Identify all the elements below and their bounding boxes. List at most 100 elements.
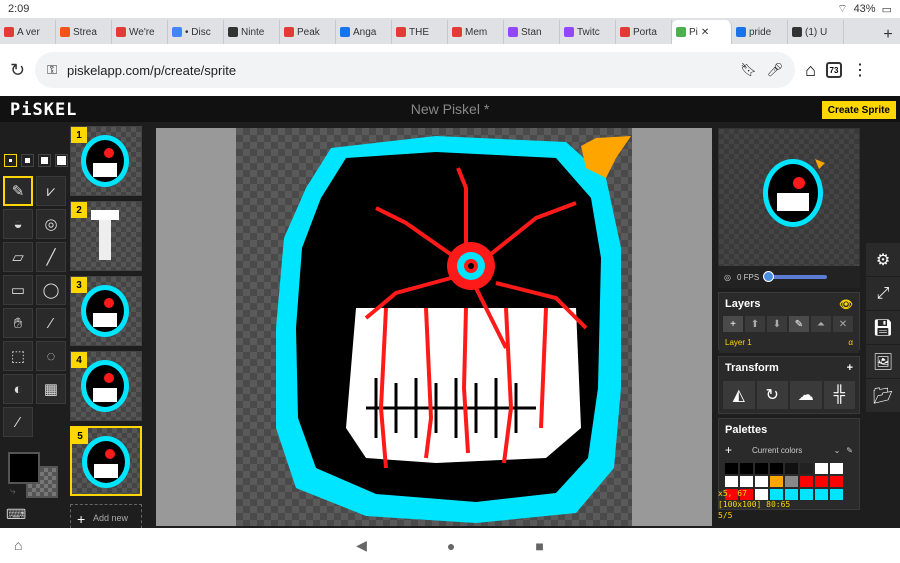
- animation-preview[interactable]: [718, 128, 860, 280]
- color-picker-tool[interactable]: ⁄: [3, 407, 33, 437]
- browser-tab[interactable]: Porta: [616, 20, 672, 44]
- keyboard-icon[interactable]: ⌨: [6, 506, 26, 523]
- lighten-tool[interactable]: ◐: [3, 374, 33, 404]
- palette-swatch[interactable]: [785, 476, 798, 487]
- palette-select[interactable]: Current colors: [738, 446, 828, 455]
- pen-size-2[interactable]: [21, 154, 34, 167]
- home-icon[interactable]: ⌂: [805, 60, 816, 81]
- back-icon[interactable]: ◀: [356, 537, 367, 554]
- palette-swatch[interactable]: [800, 489, 813, 500]
- palette-swatch[interactable]: [740, 463, 753, 474]
- chevron-down-icon[interactable]: ⌄: [834, 446, 841, 455]
- browser-tab[interactable]: Anga: [336, 20, 392, 44]
- browser-tab[interactable]: Strea: [56, 20, 112, 44]
- settings-button[interactable]: ⚙: [866, 243, 900, 277]
- palette-swatch[interactable]: [815, 463, 828, 474]
- browser-tab[interactable]: (1) U: [788, 20, 844, 44]
- vertical-mirror-tool[interactable]: ⩗: [36, 176, 66, 206]
- eraser-tool[interactable]: ▱: [3, 242, 33, 272]
- recents-icon[interactable]: ■: [535, 538, 543, 554]
- primary-color[interactable]: [8, 452, 40, 484]
- palette-swatch[interactable]: [815, 476, 828, 487]
- browser-tab[interactable]: THE: [392, 20, 448, 44]
- frame-thumbnail[interactable]: 1: [70, 126, 142, 196]
- site-info-icon[interactable]: ⚿: [47, 62, 57, 78]
- edit-layer-button[interactable]: ✎: [789, 316, 809, 332]
- palette-swatch[interactable]: [800, 476, 813, 487]
- drawing-canvas[interactable]: [236, 128, 632, 526]
- browser-tab[interactable]: Mem: [448, 20, 504, 44]
- resize-button[interactable]: ⤢: [866, 277, 900, 311]
- palette-swatch[interactable]: [830, 489, 843, 500]
- omnibox[interactable]: ⚿ piskelapp.com/p/create/sprite 🔖︎ 🎤︎: [35, 52, 796, 88]
- frame-thumbnail[interactable]: 5: [70, 426, 142, 496]
- palette-swatch[interactable]: [770, 463, 783, 474]
- palette-swatch[interactable]: [830, 476, 843, 487]
- shape-select-tool[interactable]: ⁄: [36, 308, 66, 338]
- frame-thumbnail[interactable]: 2: [70, 201, 142, 271]
- delete-layer-button[interactable]: ✕: [833, 316, 853, 332]
- create-sprite-button[interactable]: Create Sprite: [821, 101, 896, 119]
- browser-tab[interactable]: Pi ✕: [672, 20, 732, 44]
- palette-swatch[interactable]: [725, 463, 738, 474]
- paint-bucket-tool[interactable]: ◒: [3, 209, 33, 239]
- flip-button[interactable]: ◭: [723, 381, 755, 409]
- pen-tool[interactable]: ✎: [3, 176, 33, 206]
- palette-swatch[interactable]: [755, 476, 768, 487]
- edit-palette-icon[interactable]: ✎: [846, 446, 853, 455]
- palette-swatch[interactable]: [770, 476, 783, 487]
- browser-tab[interactable]: • Disc: [168, 20, 224, 44]
- add-palette-icon[interactable]: +: [725, 443, 732, 457]
- add-layer-button[interactable]: +: [723, 316, 743, 332]
- sprite-title[interactable]: New Piskel *: [0, 101, 900, 117]
- palette-swatch[interactable]: [815, 489, 828, 500]
- palette-swatch[interactable]: [740, 476, 753, 487]
- frame-thumbnail[interactable]: 3: [70, 276, 142, 346]
- reload-icon[interactable]: ↻: [10, 60, 25, 81]
- circle-tool[interactable]: ◯: [36, 275, 66, 305]
- bookmark-icon[interactable]: 🔖︎: [740, 62, 757, 78]
- palette-swatch[interactable]: [785, 463, 798, 474]
- palette-swatch[interactable]: [830, 463, 843, 474]
- move-layer-down-button[interactable]: ⬇: [767, 316, 787, 332]
- onion-skin-icon[interactable]: ◎: [724, 273, 731, 282]
- stroke-tool[interactable]: ╱: [36, 242, 66, 272]
- merge-layer-button[interactable]: ⏶: [811, 316, 831, 332]
- move-layer-up-button[interactable]: ⬆: [745, 316, 765, 332]
- browser-tab[interactable]: Twitc: [560, 20, 616, 44]
- dithering-tool[interactable]: ▦: [36, 374, 66, 404]
- fps-slider[interactable]: [763, 271, 828, 282]
- import-button[interactable]: 📂︎: [866, 379, 900, 413]
- home-nav-icon[interactable]: ●: [447, 538, 455, 554]
- url-text[interactable]: piskelapp.com/p/create/sprite: [67, 63, 236, 78]
- drawing-area[interactable]: [156, 128, 712, 526]
- browser-tab[interactable]: pride: [732, 20, 788, 44]
- plus-icon[interactable]: +: [847, 362, 853, 374]
- mic-icon[interactable]: 🎤︎: [767, 62, 784, 78]
- lasso-select-tool[interactable]: ◌: [36, 341, 66, 371]
- new-tab-button[interactable]: +: [876, 26, 900, 44]
- palette-swatch[interactable]: [725, 476, 738, 487]
- frame-thumbnail[interactable]: 4: [70, 351, 142, 421]
- rotate-button[interactable]: ↻: [756, 381, 788, 409]
- browser-tab[interactable]: We're: [112, 20, 168, 44]
- browser-tab[interactable]: A ver: [0, 20, 56, 44]
- clone-button[interactable]: ☁: [790, 381, 822, 409]
- pen-size-4[interactable]: [55, 154, 68, 167]
- paint-same-color-tool[interactable]: ◎: [36, 209, 66, 239]
- menu-icon[interactable]: ⋮: [852, 60, 868, 80]
- browser-tab[interactable]: Stan: [504, 20, 560, 44]
- pen-size-3[interactable]: [38, 154, 51, 167]
- swap-colors-icon[interactable]: ⤷: [10, 486, 16, 497]
- save-button[interactable]: 💾︎: [866, 311, 900, 345]
- center-button[interactable]: ╬: [823, 381, 855, 409]
- rect-select-tool[interactable]: ⬚: [3, 341, 33, 371]
- pen-size-1[interactable]: [4, 154, 17, 167]
- palette-swatch[interactable]: [800, 463, 813, 474]
- eye-icon[interactable]: 👁︎: [839, 298, 853, 311]
- tab-count[interactable]: 73: [825, 62, 842, 78]
- export-button[interactable]: 🖼︎: [866, 345, 900, 379]
- browser-tab[interactable]: Ninte: [224, 20, 280, 44]
- accessibility-icon[interactable]: ⌂: [14, 537, 22, 553]
- browser-tab[interactable]: Peak: [280, 20, 336, 44]
